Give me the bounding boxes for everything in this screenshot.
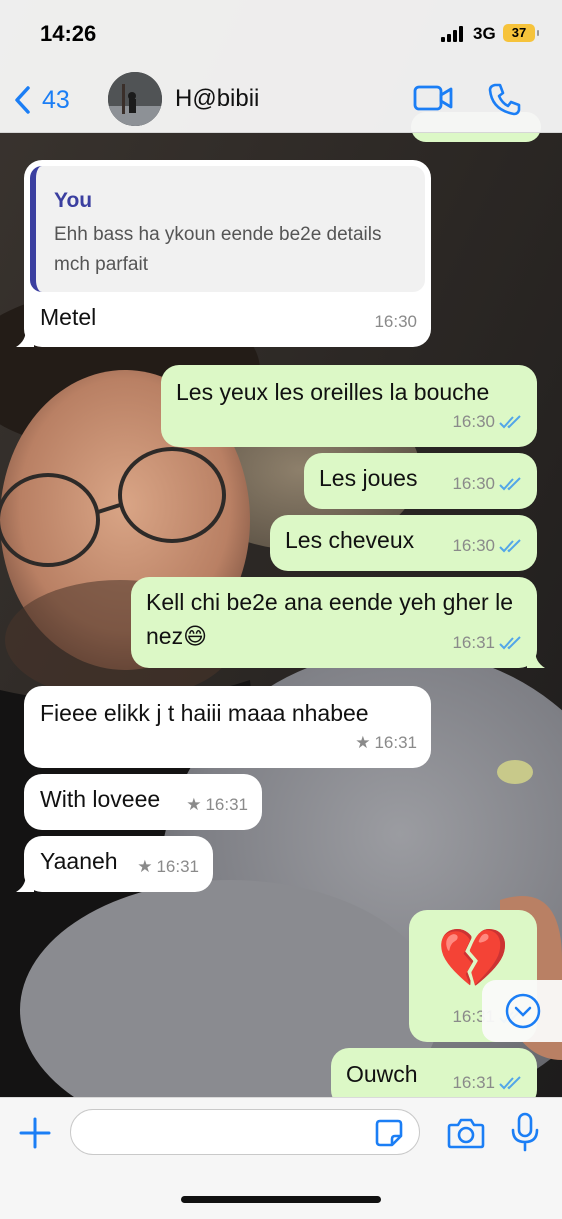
battery-icon: 37 (503, 24, 539, 42)
contact-name[interactable]: H@bibii (175, 85, 259, 113)
bubble-tail (16, 329, 34, 347)
chevron-left-icon (15, 86, 30, 114)
message-meta: ★ 16:31 (137, 850, 199, 884)
quoted-author: You (54, 189, 93, 212)
message-meta: ★ 16:31 (186, 788, 248, 822)
message-time: 16:31 (452, 1073, 495, 1092)
chevron-down-icon (505, 993, 541, 1029)
message-bubble-incoming[interactable]: Fieee elikk j t haiii maaa nhabee ★ 16:3… (24, 686, 431, 768)
network-type: 3G (473, 24, 496, 43)
cellular-signal-icon (441, 26, 467, 42)
home-indicator (181, 1196, 381, 1203)
camera-icon[interactable] (447, 1116, 485, 1150)
message-meta: 16:30 (452, 467, 523, 501)
read-receipt-icon (499, 415, 521, 429)
message-text: Les yeux les oreilles la bouche (176, 379, 490, 405)
message-bubble-outgoing[interactable]: Kell chi be2e ana eende yeh gher le nez😄… (131, 577, 545, 668)
message-bubble-incoming[interactable]: Yaaneh ★ 16:31 (16, 836, 213, 892)
message-meta: 16:31 (452, 1066, 523, 1100)
message-text: With loveee (40, 786, 161, 812)
message-meta: 16:30 (452, 405, 523, 439)
message-time: 16:30 (452, 536, 495, 555)
message-bubble-outgoing[interactable]: Les cheveux 16:30 (270, 515, 537, 571)
message-text: Yaaneh (40, 848, 118, 874)
message-meta: 16:30 (452, 529, 523, 563)
video-call-icon[interactable] (413, 84, 453, 112)
message-bubble-outgoing[interactable]: Les joues 16:30 (304, 453, 537, 509)
microphone-icon[interactable] (510, 1112, 540, 1152)
message-text: Metel (40, 304, 97, 330)
message-meta: ★ 16:31 (355, 726, 417, 760)
message-meta: 16:30 (374, 305, 417, 339)
message-time: 16:31 (205, 795, 248, 814)
message-time: 16:31 (452, 633, 495, 652)
message-time: 16:30 (452, 412, 495, 431)
read-receipt-icon (499, 1076, 521, 1090)
unread-count: 43 (42, 85, 70, 114)
avatar-photo (108, 72, 162, 126)
message-time: 16:31 (374, 733, 417, 752)
quoted-message[interactable]: You Ehh bass ha ykoun eende be2e details… (30, 166, 425, 292)
message-text: Les joues (319, 465, 418, 491)
contact-avatar[interactable] (108, 72, 162, 126)
read-receipt-icon (499, 477, 521, 491)
message-time: 16:30 (452, 474, 495, 493)
read-receipt-icon (499, 539, 521, 553)
plus-icon[interactable] (18, 1116, 52, 1150)
phone-icon[interactable] (488, 82, 522, 116)
message-time: 16:30 (374, 312, 417, 331)
message-bubble-incoming[interactable]: With loveee ★ 16:31 (24, 774, 262, 830)
message-list[interactable]: You Ehh bass ha ykoun eende be2e details… (0, 0, 562, 1218)
sticker-icon[interactable] (374, 1118, 404, 1148)
read-receipt-icon (499, 636, 521, 650)
bubble-tail (16, 874, 34, 892)
message-time: 16:31 (156, 857, 199, 876)
scroll-to-bottom-button[interactable] (482, 980, 562, 1042)
message-bubble-outgoing[interactable]: Les yeux les oreilles la bouche 16:30 (161, 365, 537, 447)
chat-header: 14:26 3G 37 43 H@bibii (0, 0, 562, 133)
bubble-tail (527, 650, 545, 668)
message-text: Les cheveux (285, 527, 415, 553)
battery-level: 37 (511, 25, 527, 40)
quoted-text: Ehh bass ha ykoun eende be2e details mch… (54, 224, 382, 275)
message-text: Fieee elikk j t haiii maaa nhabee (40, 700, 369, 726)
message-meta: 16:31 (452, 626, 523, 660)
star-icon: ★ (355, 733, 371, 752)
star-icon: ★ (137, 857, 153, 876)
status-time: 14:26 (40, 21, 97, 46)
message-bubble-incoming[interactable]: You Ehh bass ha ykoun eende be2e details… (16, 160, 431, 347)
message-text: Ouwch (346, 1061, 418, 1087)
back-button[interactable]: 43 (12, 80, 70, 120)
composer-bar (0, 1097, 562, 1219)
star-icon: ★ (186, 795, 202, 814)
message-input[interactable] (70, 1109, 420, 1155)
